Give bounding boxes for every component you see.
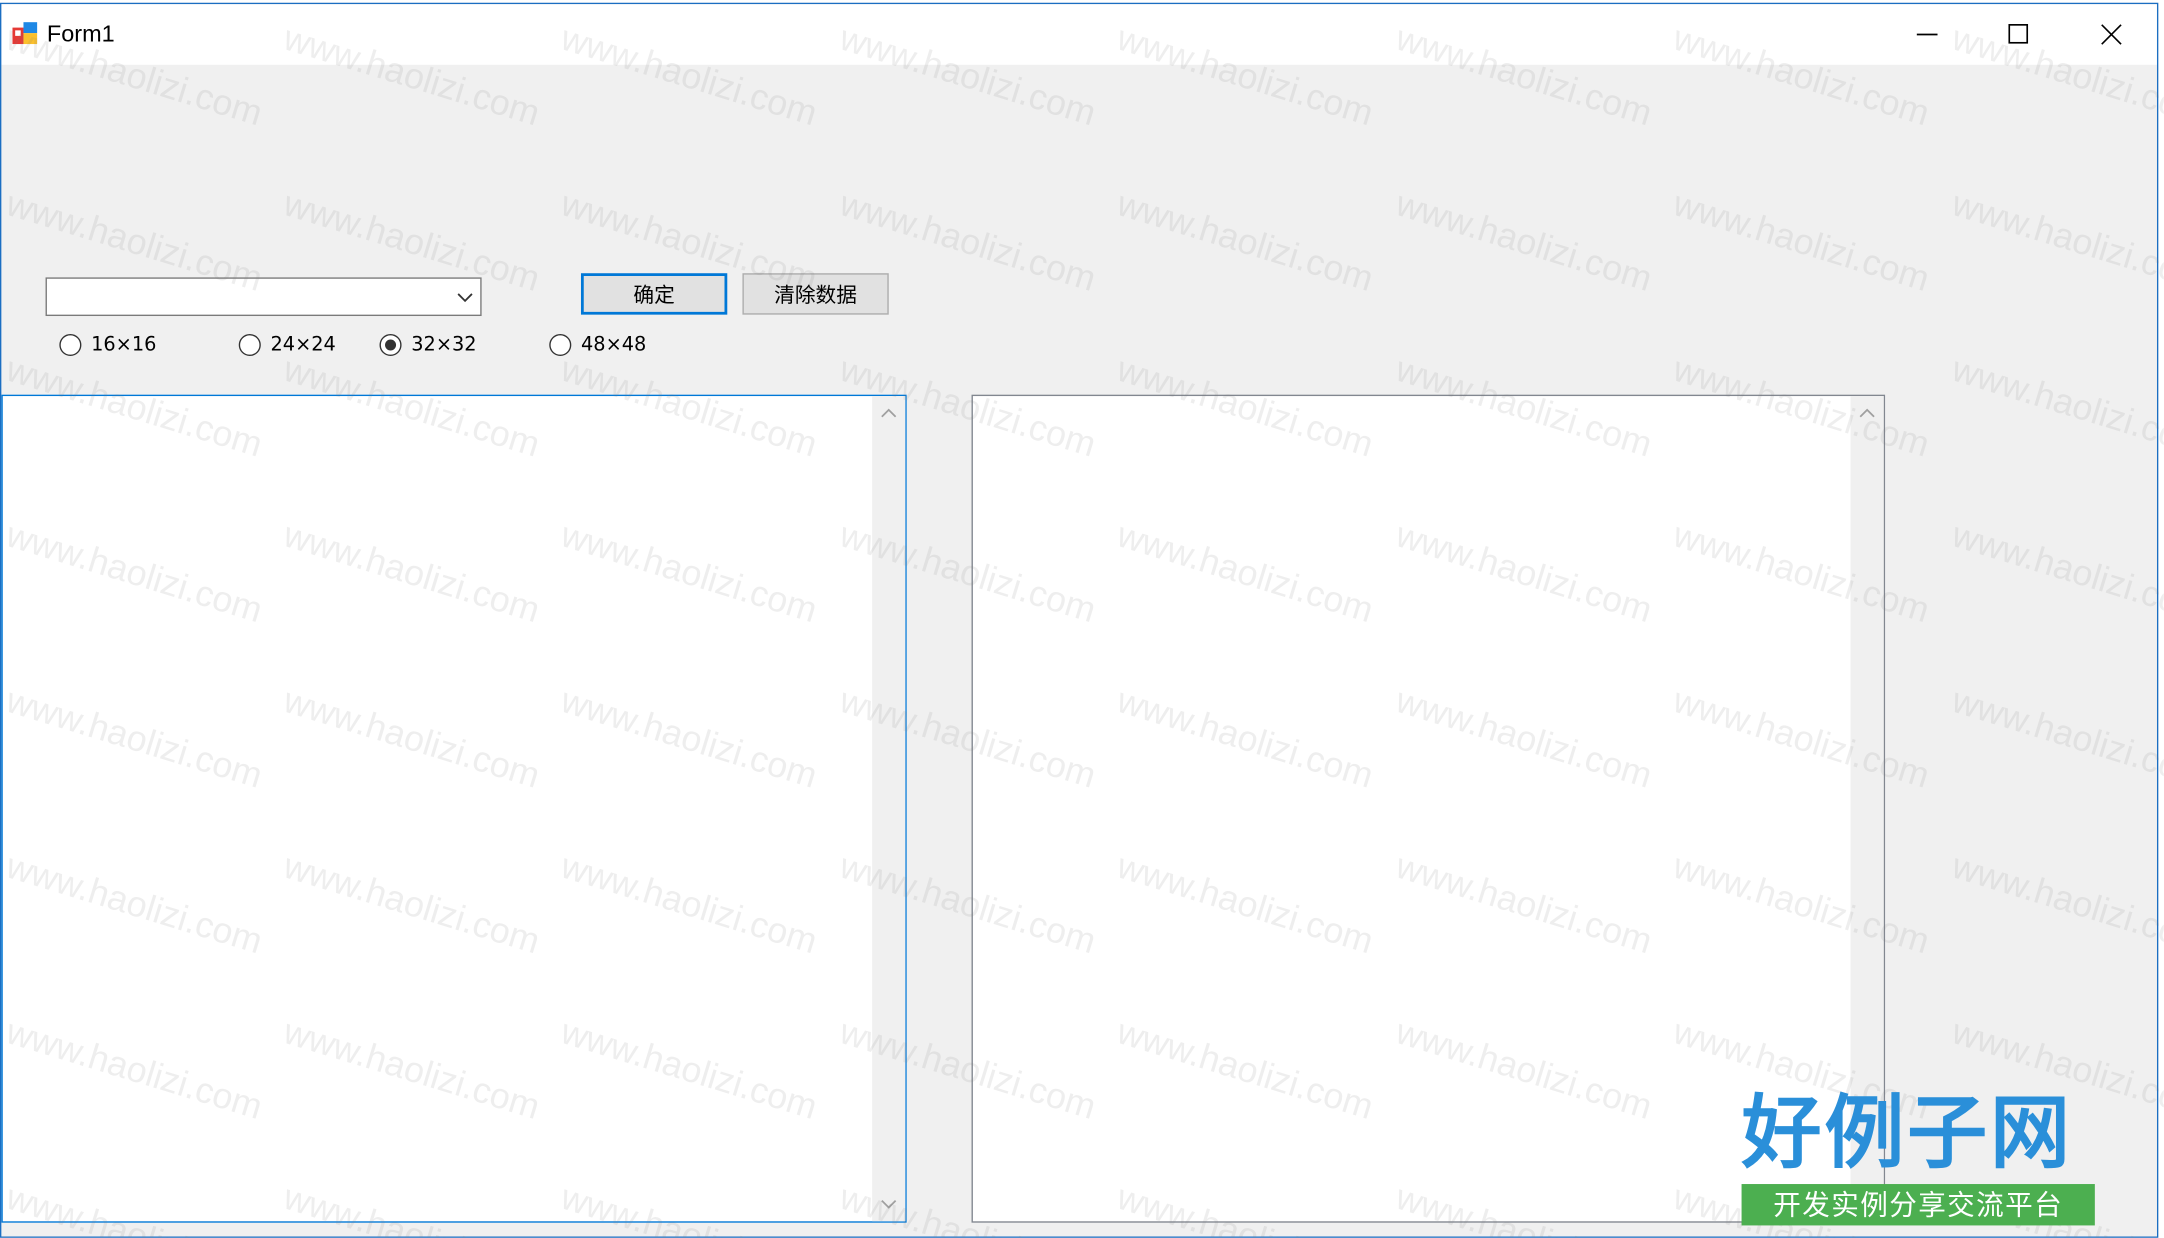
close-button[interactable] — [2066, 4, 2157, 65]
title-bar[interactable]: Form1 — [1, 4, 2157, 65]
minimize-icon — [1916, 33, 1938, 36]
maximize-button[interactable] — [1973, 4, 2064, 65]
radio-label: 24×24 — [270, 333, 336, 357]
radio-circle[interactable] — [379, 333, 402, 357]
scroll-up-icon[interactable] — [880, 407, 897, 418]
form-window: Form1 确定 清除数据 16×16 24×24 32×32 48×48 — [0, 2, 2159, 1238]
scroll-up-icon[interactable] — [1859, 407, 1876, 418]
input-textbox[interactable] — [1, 394, 907, 1223]
ok-button[interactable]: 确定 — [580, 273, 728, 315]
radio-label: 32×32 — [411, 333, 477, 357]
radio-circle[interactable] — [549, 333, 572, 357]
chevron-down-icon[interactable] — [455, 291, 474, 305]
client-area: 确定 清除数据 16×16 24×24 32×32 48×48 — [1, 64, 2157, 1237]
maximize-icon — [2008, 24, 2029, 44]
radio-label: 16×16 — [91, 333, 157, 357]
logo-title: 好例子网 — [1741, 1086, 2073, 1180]
stage: Form1 确定 清除数据 16×16 24×24 32×32 48×48 好例… — [0, 0, 2164, 1238]
radio-16x16[interactable]: 16×16 — [59, 331, 156, 359]
radio-48x48[interactable]: 48×48 — [549, 331, 646, 359]
radio-circle[interactable] — [59, 333, 82, 357]
clear-data-button[interactable]: 清除数据 — [742, 273, 889, 315]
radio-24x24[interactable]: 24×24 — [238, 331, 336, 359]
site-logo: 好例子网 开发实例分享交流平台 — [1741, 1086, 2095, 1226]
window-title: Form1 — [46, 20, 115, 47]
logo-subtitle: 开发实例分享交流平台 — [1741, 1184, 2095, 1226]
scroll-down-icon[interactable] — [880, 1199, 897, 1210]
size-combobox[interactable] — [45, 277, 482, 317]
radio-label: 48×48 — [580, 333, 647, 357]
radio-circle[interactable] — [238, 333, 261, 357]
app-icon — [12, 22, 38, 45]
minimize-button[interactable] — [1882, 4, 1973, 65]
vertical-scrollbar[interactable] — [872, 396, 906, 1222]
close-icon — [2101, 24, 2122, 45]
radio-32x32[interactable]: 32×32 — [379, 331, 477, 359]
